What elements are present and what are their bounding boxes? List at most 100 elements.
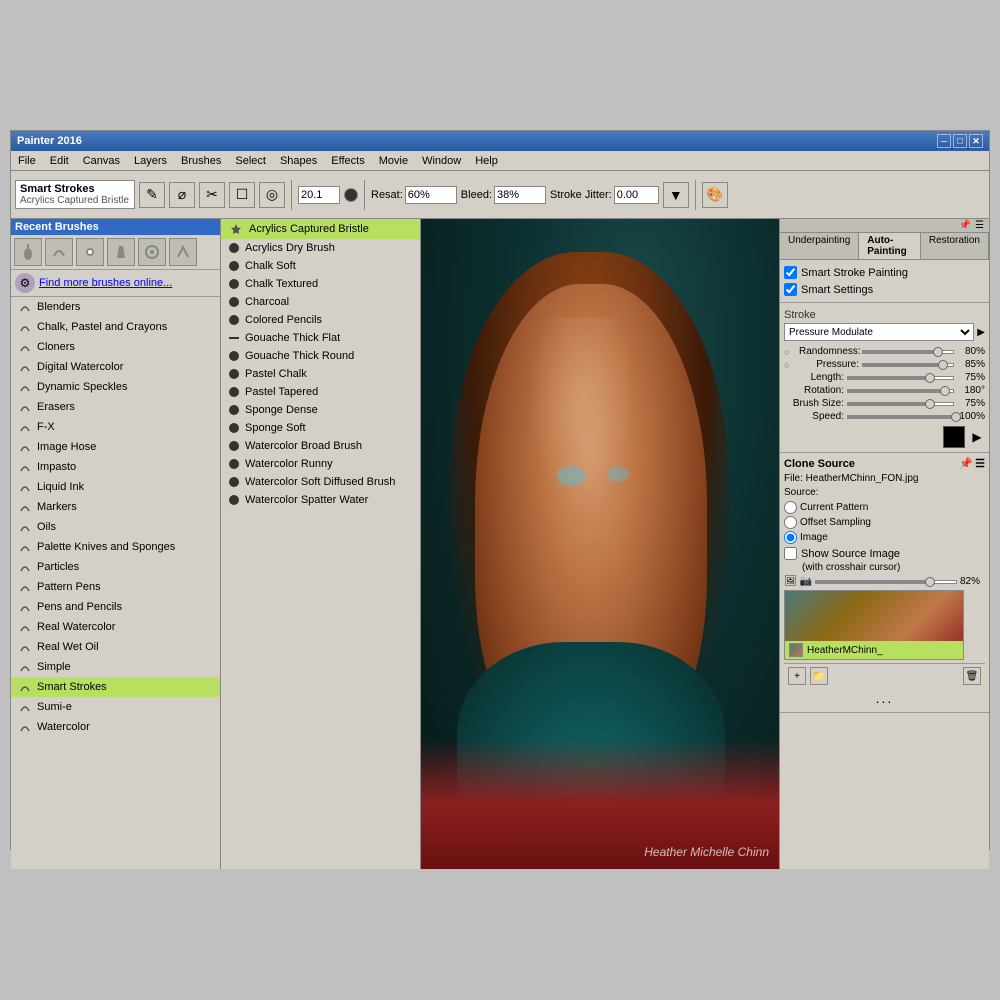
brush-item-14[interactable]: Pattern Pens <box>11 577 220 597</box>
source-selected-row[interactable]: HeatherMChinn_ <box>785 641 963 659</box>
minimize-btn[interactable]: ─ <box>937 134 951 148</box>
menu-brushes[interactable]: Brushes <box>178 155 224 167</box>
variant-item-8[interactable]: Pastel Chalk <box>221 365 420 383</box>
source-image-radio[interactable] <box>784 531 797 544</box>
slider-track-4[interactable] <box>847 402 954 406</box>
brush-item-18[interactable]: Simple <box>11 657 220 677</box>
variant-item-13[interactable]: Watercolor Runny <box>221 455 420 473</box>
source-opacity-slider[interactable] <box>815 580 957 584</box>
brush-item-0[interactable]: Blenders <box>11 297 220 317</box>
brush-item-20[interactable]: Sumi-e <box>11 697 220 717</box>
canvas-area[interactable]: Heather Michelle Chinn <box>421 219 779 869</box>
recent-brush-0[interactable] <box>14 238 42 266</box>
brush-item-21[interactable]: Watercolor <box>11 717 220 737</box>
size-input[interactable] <box>298 186 340 204</box>
slider-track-3[interactable] <box>847 389 954 393</box>
brush-item-1[interactable]: Chalk, Pastel and Crayons <box>11 317 220 337</box>
slider-thumb-2[interactable] <box>925 373 935 383</box>
brush-selector-btn[interactable]: ✎ <box>139 182 165 208</box>
variant-item-3[interactable]: Chalk Textured <box>221 275 420 293</box>
menu-movie[interactable]: Movie <box>376 155 411 167</box>
size-circle-btn[interactable] <box>344 188 358 202</box>
menu-effects[interactable]: Effects <box>328 155 367 167</box>
add-clone-btn[interactable]: + <box>788 667 806 685</box>
recent-brush-4[interactable] <box>138 238 166 266</box>
mixer-btn[interactable]: 🎨 <box>702 182 728 208</box>
brush-item-10[interactable]: Markers <box>11 497 220 517</box>
brush-item-16[interactable]: Real Watercolor <box>11 617 220 637</box>
trash-icon-btn[interactable]: 🗑 <box>963 667 981 685</box>
close-btn[interactable]: ✕ <box>969 134 983 148</box>
slider-track-0[interactable] <box>862 350 954 354</box>
variant-item-10[interactable]: Sponge Dense <box>221 401 420 419</box>
tab-restoration[interactable]: Restoration <box>921 233 989 259</box>
tool-btn-2[interactable]: ✂ <box>199 182 225 208</box>
brush-item-7[interactable]: Image Hose <box>11 437 220 457</box>
smart-stroke-checkbox[interactable] <box>784 266 797 279</box>
tool-btn-1[interactable]: ⌀ <box>169 182 195 208</box>
variant-item-15[interactable]: Watercolor Spatter Water <box>221 491 420 509</box>
variant-item-12[interactable]: Watercolor Broad Brush <box>221 437 420 455</box>
tab-auto-painting[interactable]: Auto-Painting <box>859 233 921 259</box>
variant-item-4[interactable]: Charcoal <box>221 293 420 311</box>
recent-brush-2[interactable] <box>76 238 104 266</box>
brush-library-find-more[interactable]: Find more brushes online... <box>39 277 172 289</box>
brush-item-12[interactable]: Palette Knives and Sponges <box>11 537 220 557</box>
slider-track-2[interactable] <box>847 376 954 380</box>
variant-item-14[interactable]: Watercolor Soft Diffused Brush <box>221 473 420 491</box>
foreground-color-swatch[interactable] <box>943 426 965 448</box>
menu-layers[interactable]: Layers <box>131 155 170 167</box>
recent-brush-5[interactable] <box>169 238 197 266</box>
variant-item-9[interactable]: Pastel Tapered <box>221 383 420 401</box>
source-current-pattern-radio[interactable] <box>784 501 797 514</box>
slider-thumb-3[interactable] <box>940 386 950 396</box>
opacity-input[interactable] <box>405 186 457 204</box>
brush-item-3[interactable]: Digital Watercolor <box>11 357 220 377</box>
variant-item-11[interactable]: Sponge Soft <box>221 419 420 437</box>
menu-canvas[interactable]: Canvas <box>80 155 123 167</box>
clone-menu-icon[interactable]: ☰ <box>975 457 985 470</box>
menu-shapes[interactable]: Shapes <box>277 155 320 167</box>
variant-item-7[interactable]: Gouache Thick Round <box>221 347 420 365</box>
recent-brush-1[interactable] <box>45 238 73 266</box>
slider-thumb-5[interactable] <box>951 412 961 422</box>
slider-thumb-0[interactable] <box>933 347 943 357</box>
source-offset-radio[interactable] <box>784 516 797 529</box>
menu-file[interactable]: File <box>15 155 39 167</box>
slider-track-5[interactable] <box>847 415 954 419</box>
variant-item-6[interactable]: Gouache Thick Flat <box>221 329 420 347</box>
settings-icon[interactable]: ⚙ <box>15 273 35 293</box>
show-source-checkbox[interactable] <box>784 547 797 560</box>
brush-item-4[interactable]: Dynamic Speckles <box>11 377 220 397</box>
extra-tool-btn[interactable]: ▼ <box>663 182 689 208</box>
slider-thumb-4[interactable] <box>925 399 935 409</box>
bleed-input[interactable] <box>494 186 546 204</box>
tool-btn-4[interactable]: ◎ <box>259 182 285 208</box>
brush-item-13[interactable]: Particles <box>11 557 220 577</box>
tool-btn-3[interactable]: ☐ <box>229 182 255 208</box>
brush-item-6[interactable]: F-X <box>11 417 220 437</box>
tab-underpainting[interactable]: Underpainting <box>780 233 859 259</box>
variant-item-1[interactable]: Acrylics Dry Brush <box>221 239 420 257</box>
slider-thumb-1[interactable] <box>938 360 948 370</box>
menu-edit[interactable]: Edit <box>47 155 72 167</box>
brush-item-19[interactable]: Smart Strokes <box>11 677 220 697</box>
recent-brush-3[interactable] <box>107 238 135 266</box>
variant-item-2[interactable]: Chalk Soft <box>221 257 420 275</box>
stroke-mode-select[interactable]: Pressure Modulate <box>784 323 974 341</box>
brush-item-11[interactable]: Oils <box>11 517 220 537</box>
slider-track-1[interactable] <box>862 363 954 367</box>
variant-item-0[interactable]: Acrylics Captured Bristle <box>221 219 420 239</box>
play-button[interactable]: ▶ <box>969 429 985 445</box>
menu-help[interactable]: Help <box>472 155 501 167</box>
brush-item-17[interactable]: Real Wet Oil <box>11 637 220 657</box>
brush-item-5[interactable]: Erasers <box>11 397 220 417</box>
variant-item-5[interactable]: Colored Pencils <box>221 311 420 329</box>
brush-item-8[interactable]: Impasto <box>11 457 220 477</box>
stroke-jitter-input[interactable] <box>614 186 659 204</box>
brush-item-2[interactable]: Cloners <box>11 337 220 357</box>
panel-menu-icon[interactable]: ☰ <box>973 220 986 231</box>
maximize-btn[interactable]: □ <box>953 134 967 148</box>
folder-icon-btn[interactable]: 📁 <box>810 667 828 685</box>
smart-settings-checkbox[interactable] <box>784 283 797 296</box>
